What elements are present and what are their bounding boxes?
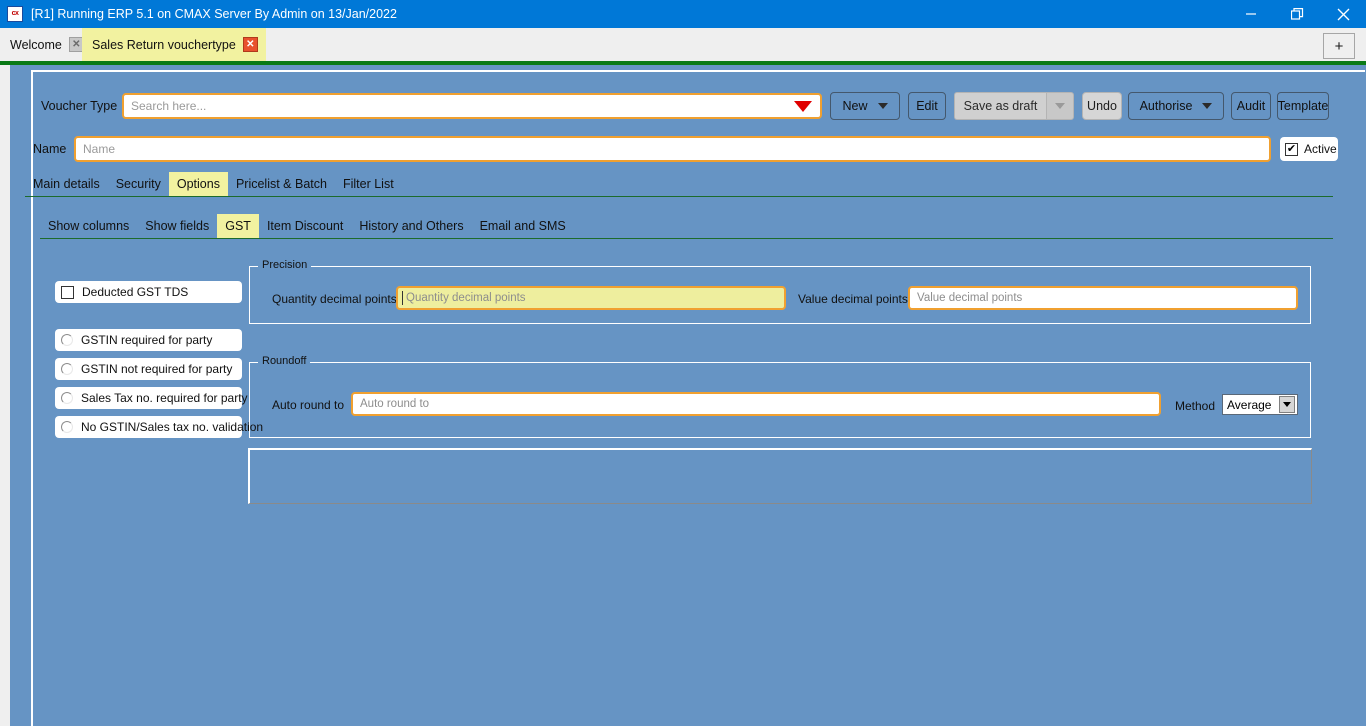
secondary-tabs: Show columns Show fields GST Item Discou… <box>40 214 1333 238</box>
radio-sales-tax-no-required-for-party[interactable]: Sales Tax no. required for party <box>55 387 248 409</box>
active-checkbox-label: Active <box>1304 142 1337 156</box>
restore-button[interactable] <box>1274 0 1320 28</box>
tab-main-details[interactable]: Main details <box>25 172 108 196</box>
radio-unselected-icon <box>61 421 73 433</box>
roundoff-legend: Roundoff <box>258 355 311 367</box>
tab-show-columns[interactable]: Show columns <box>40 214 137 238</box>
document-tab-label: Welcome <box>10 37 62 52</box>
document-tab-sales-return-vouchertype[interactable]: Sales Return vouchertype ✕ <box>82 28 266 61</box>
save-as-draft-dropdown-button[interactable] <box>1046 92 1074 120</box>
deducted-gst-tds-checkbox[interactable]: Deducted GST TDS <box>55 281 242 303</box>
tab-filter-list[interactable]: Filter List <box>335 172 402 196</box>
name-input-placeholder: Name <box>83 142 116 156</box>
radio-no-gstin-sales-tax-no-validation[interactable]: No GSTIN/Sales tax no. validation <box>55 416 263 438</box>
audit-button[interactable]: Audit <box>1231 92 1271 120</box>
radio-unselected-icon <box>61 334 73 346</box>
checkbox-unchecked-icon <box>61 285 74 299</box>
name-label: Name <box>33 142 67 156</box>
window-controls <box>1228 0 1366 28</box>
text-cursor <box>402 291 403 305</box>
deducted-gst-tds-label: Deducted GST TDS <box>82 285 189 299</box>
radio-gstin-required-for-party[interactable]: GSTIN required for party <box>55 329 242 351</box>
save-as-draft-button[interactable]: Save as draft <box>954 92 1046 120</box>
chevron-down-icon <box>1055 103 1065 109</box>
close-icon[interactable]: ✕ <box>242 37 258 52</box>
caret-down-icon[interactable] <box>794 100 812 112</box>
chevron-down-icon <box>877 103 888 109</box>
tab-item-discount[interactable]: Item Discount <box>259 214 351 238</box>
radio-label: GSTIN not required for party <box>81 362 233 376</box>
primary-tabs-rule <box>25 196 1333 197</box>
authorise-button[interactable]: Authorise <box>1128 92 1224 120</box>
chevron-down-icon[interactable] <box>1279 396 1295 413</box>
window-titlebar: cx [R1] Running ERP 5.1 on CMAX Server B… <box>0 0 1366 28</box>
empty-content-panel <box>248 448 1312 504</box>
checkbox-checked-icon: ✔ <box>1285 142 1298 156</box>
new-button[interactable]: New <box>830 92 900 120</box>
name-input[interactable]: Name <box>74 136 1271 162</box>
minimize-button[interactable] <box>1228 0 1274 28</box>
edit-button[interactable]: Edit <box>908 92 946 120</box>
app-icon: cx <box>7 6 23 22</box>
radio-label: No GSTIN/Sales tax no. validation <box>81 420 264 434</box>
active-checkbox[interactable]: ✔ Active <box>1280 137 1338 161</box>
tab-gst[interactable]: GST <box>217 214 259 238</box>
document-tab-label: Sales Return vouchertype <box>92 37 236 52</box>
close-button[interactable] <box>1320 0 1366 28</box>
voucher-type-search-placeholder: Search here... <box>131 99 207 113</box>
radio-unselected-icon <box>61 392 73 404</box>
tab-email-and-sms[interactable]: Email and SMS <box>472 214 574 238</box>
tab-history-and-others[interactable]: History and Others <box>351 214 471 238</box>
value-decimal-points-placeholder: Value decimal points <box>917 292 1023 304</box>
primary-tabs: Main details Security Options Pricelist … <box>25 172 1333 196</box>
voucher-type-label: Voucher Type <box>41 99 118 113</box>
window-title: [R1] Running ERP 5.1 on CMAX Server By A… <box>31 7 397 21</box>
authorise-button-label: Authorise <box>1139 99 1193 113</box>
auto-round-to-input[interactable]: Auto round to <box>351 392 1161 416</box>
document-tabstrip: Welcome ✕ Sales Return vouchertype ✕ + <box>0 28 1366 61</box>
method-select-value: Average <box>1227 397 1272 412</box>
auto-round-to-placeholder: Auto round to <box>360 398 430 410</box>
radio-unselected-icon <box>61 363 73 375</box>
document-tab-welcome[interactable]: Welcome ✕ <box>0 28 92 61</box>
value-decimal-points-input[interactable]: Value decimal points <box>908 286 1298 310</box>
value-decimal-points-label: Value decimal points <box>798 292 908 306</box>
quantity-decimal-points-placeholder: Quantity decimal points <box>406 292 526 304</box>
radio-label: Sales Tax no. required for party <box>81 391 248 405</box>
add-tab-button[interactable]: + <box>1323 33 1355 59</box>
quantity-decimal-points-input[interactable]: Quantity decimal points <box>396 286 786 310</box>
quantity-decimal-points-label: Quantity decimal points <box>272 292 397 306</box>
method-select[interactable]: Average <box>1222 394 1298 415</box>
chevron-down-icon <box>1202 103 1213 109</box>
tab-security[interactable]: Security <box>108 172 169 196</box>
radio-gstin-not-required-for-party[interactable]: GSTIN not required for party <box>55 358 242 380</box>
tab-options[interactable]: Options <box>168 172 228 196</box>
voucher-type-search-input[interactable]: Search here... <box>122 93 822 119</box>
radio-label: GSTIN required for party <box>81 333 213 347</box>
auto-round-to-label: Auto round to <box>272 398 345 412</box>
tab-pricelist-and-batch[interactable]: Pricelist & Batch <box>228 172 335 196</box>
method-label: Method <box>1175 399 1216 413</box>
precision-legend: Precision <box>258 259 312 271</box>
undo-button[interactable]: Undo <box>1082 92 1122 120</box>
new-button-label: New <box>842 99 868 113</box>
tab-show-fields[interactable]: Show fields <box>137 214 217 238</box>
secondary-tabs-rule <box>40 238 1333 239</box>
template-button[interactable]: Template <box>1277 92 1329 120</box>
